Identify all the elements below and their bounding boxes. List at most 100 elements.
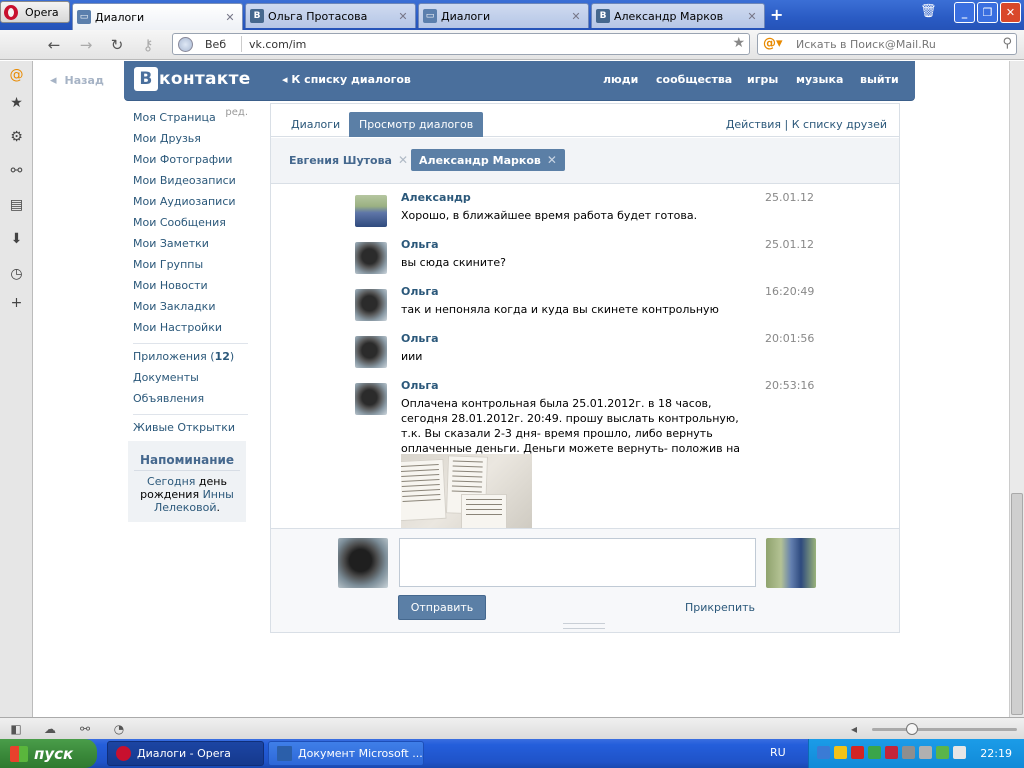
tab-alexander-markov[interactable]: B Александр Марков ✕: [591, 3, 765, 28]
my-avatar[interactable]: [338, 538, 388, 588]
speed-dial-icon[interactable]: ◔: [111, 721, 127, 737]
device-icon[interactable]: [902, 746, 915, 759]
zoom-slider[interactable]: [872, 723, 1017, 735]
new-tab-button[interactable]: +: [770, 5, 783, 24]
nav-logout[interactable]: выйти: [860, 73, 899, 86]
security-icon[interactable]: [885, 746, 898, 759]
antivirus-icon[interactable]: [851, 746, 864, 759]
page-scrollbar[interactable]: [1009, 61, 1024, 717]
menu-apps[interactable]: Приложения (12): [133, 346, 248, 367]
menu-live-cards[interactable]: Живые Открытки: [133, 417, 248, 438]
update-icon[interactable]: [868, 746, 881, 759]
nvidia-icon[interactable]: [936, 746, 949, 759]
menu-my-messages[interactable]: Мои Сообщения: [133, 212, 248, 233]
menu-my-audio[interactable]: Мои Аудиозаписи: [133, 191, 248, 212]
zoom-slider-knob[interactable]: [906, 723, 918, 735]
photo-attachment[interactable]: [401, 454, 532, 528]
avatar-olga[interactable]: [355, 383, 387, 415]
peer-tab-alexander[interactable]: Александр Марков ✕: [411, 149, 565, 171]
scrollbar-thumb[interactable]: [1011, 493, 1023, 715]
opera-menu-button[interactable]: Opera: [0, 1, 70, 23]
message-author[interactable]: Александр: [401, 191, 471, 204]
peer-avatar[interactable]: [766, 538, 816, 588]
tab-view-dialogs[interactable]: Просмотр диалогов: [349, 112, 484, 137]
menu-my-settings[interactable]: Мои Настройки: [133, 317, 248, 338]
downloads-icon[interactable]: ⬇: [8, 230, 25, 247]
tab-dialogs-2[interactable]: ▭ Диалоги ✕: [418, 3, 589, 28]
nav-communities[interactable]: сообщества: [656, 73, 732, 86]
close-peer-icon[interactable]: ✕: [398, 153, 408, 167]
message-author[interactable]: Ольга: [401, 332, 439, 345]
bookmark-star-icon[interactable]: ★: [732, 35, 745, 51]
avatar-alexander[interactable]: [355, 195, 387, 227]
resize-handle[interactable]: [563, 623, 605, 629]
reminder-name2-link[interactable]: Лелековой: [154, 501, 217, 514]
menu-documents[interactable]: Документы: [133, 367, 248, 388]
unite-icon[interactable]: ⚯: [77, 721, 93, 737]
reminder-today-link[interactable]: Сегодня: [147, 475, 195, 488]
vk-logo[interactable]: В контакте: [134, 67, 251, 91]
network-icon[interactable]: [817, 746, 830, 759]
language-indicator[interactable]: RU: [770, 746, 786, 759]
address-url[interactable]: vk.com/im: [249, 38, 306, 51]
close-tab-icon[interactable]: ✕: [224, 11, 236, 24]
address-bar[interactable]: Веб vk.com/im ★: [172, 33, 750, 55]
menu-ads[interactable]: Объявления: [133, 388, 248, 409]
bookmarks-star-icon[interactable]: ★: [8, 94, 25, 111]
message-author[interactable]: Ольга: [401, 379, 439, 392]
zoom-out-icon[interactable]: ◂: [846, 721, 862, 737]
turbo-cloud-icon[interactable]: ☁: [42, 721, 58, 737]
close-tab-icon[interactable]: ✕: [570, 10, 582, 23]
reminder-name1-link[interactable]: Инны: [203, 488, 234, 501]
back-link[interactable]: ◂ Назад: [50, 73, 104, 88]
message-input[interactable]: [399, 538, 756, 587]
close-peer-icon[interactable]: ✕: [547, 153, 557, 167]
start-button[interactable]: пуск: [0, 739, 97, 768]
task-opera[interactable]: Диалоги - Opera: [107, 741, 264, 766]
menu-my-photos[interactable]: Мои Фотографии: [133, 149, 248, 170]
restore-button[interactable]: ❐: [977, 2, 998, 23]
close-tab-icon[interactable]: ✕: [397, 10, 409, 23]
to-friends-link[interactable]: К списку друзей: [792, 118, 887, 131]
message-author[interactable]: Ольга: [401, 238, 439, 251]
mailru-search-icon[interactable]: @▾: [763, 36, 783, 51]
magnifier-icon[interactable]: ⚲: [1002, 36, 1012, 51]
mail-icon[interactable]: @: [8, 66, 25, 83]
menu-my-bookmarks[interactable]: Мои Закладки: [133, 296, 248, 317]
nav-people[interactable]: люди: [603, 73, 638, 86]
avatar-olga[interactable]: [355, 289, 387, 321]
tab-dialogs[interactable]: Диалоги: [281, 112, 350, 137]
warning-icon[interactable]: [834, 746, 847, 759]
actions-link[interactable]: Действия: [726, 118, 781, 131]
message-author[interactable]: Ольга: [401, 285, 439, 298]
unite-icon[interactable]: ⚯: [8, 162, 25, 179]
attach-link[interactable]: Прикрепить: [685, 601, 755, 614]
edit-link[interactable]: ред.: [225, 107, 248, 118]
trash-icon[interactable]: 🗑: [920, 4, 937, 22]
extensions-gear-icon[interactable]: ⚙: [8, 128, 25, 145]
nav-games[interactable]: игры: [747, 73, 778, 86]
avatar-olga[interactable]: [355, 336, 387, 368]
forward-arrow-icon[interactable]: →: [76, 35, 96, 55]
minimize-button[interactable]: _: [954, 2, 975, 23]
menu-my-news[interactable]: Мои Новости: [133, 275, 248, 296]
monitor-icon[interactable]: [953, 746, 966, 759]
notes-icon[interactable]: ▤: [8, 196, 25, 213]
send-button[interactable]: Отправить: [398, 595, 486, 620]
peer-tab-evgenia[interactable]: Евгения Шутова ✕: [281, 149, 416, 171]
history-clock-icon[interactable]: ◷: [8, 265, 25, 282]
menu-my-notes[interactable]: Мои Заметки: [133, 233, 248, 254]
speaker-icon[interactable]: [919, 746, 932, 759]
close-tab-icon[interactable]: ✕: [746, 10, 758, 23]
avatar-olga[interactable]: [355, 242, 387, 274]
key-icon[interactable]: ⚷: [138, 35, 158, 55]
menu-my-videos[interactable]: Мои Видеозаписи: [133, 170, 248, 191]
close-window-button[interactable]: ✕: [1000, 2, 1021, 23]
reload-icon[interactable]: ↻: [107, 35, 127, 55]
tab-dialogs-1[interactable]: ▭ Диалоги ✕: [72, 3, 243, 30]
menu-my-friends[interactable]: Мои Друзья: [133, 128, 248, 149]
add-panel-icon[interactable]: +: [8, 294, 25, 311]
menu-my-groups[interactable]: Мои Группы: [133, 254, 248, 275]
task-word[interactable]: Документ Microsoft ...: [268, 741, 424, 766]
nav-music[interactable]: музыка: [796, 73, 843, 86]
